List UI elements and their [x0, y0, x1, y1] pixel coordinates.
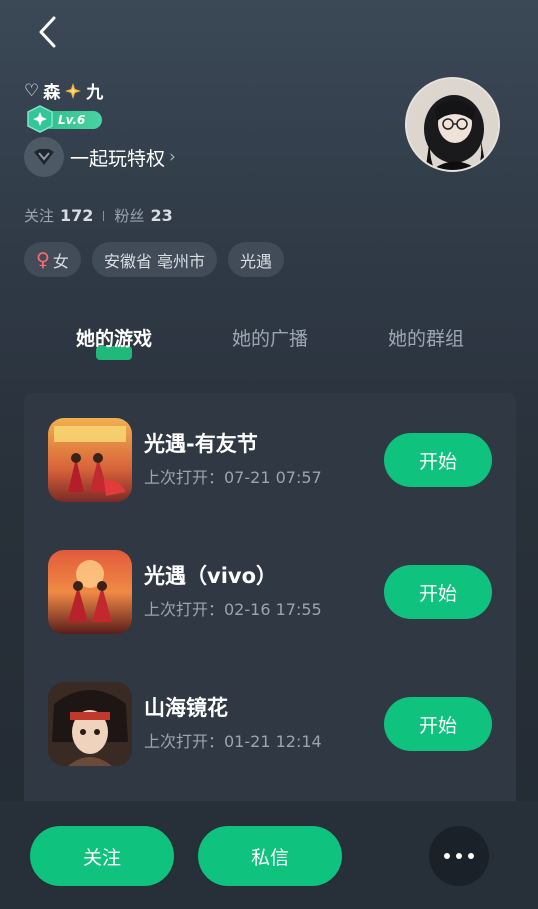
- game-icon-sky-vivo: [48, 550, 132, 634]
- bottom-action-bar: 关注 私信: [0, 801, 538, 909]
- game-tag-label: 光遇: [240, 251, 273, 271]
- game-icon-sky-friendship: [48, 418, 132, 502]
- back-button[interactable]: [30, 12, 66, 52]
- back-chevron-icon: [39, 16, 56, 48]
- stats-row: 关注 172 粉丝 23: [24, 205, 173, 226]
- followers-label[interactable]: 粉丝: [114, 205, 144, 226]
- following-count[interactable]: 172: [60, 206, 93, 225]
- stats-divider: [103, 210, 105, 221]
- game-icon-shanhai: [48, 682, 132, 766]
- gender-tag: ♀ 女: [24, 242, 81, 277]
- level-label: Lv.6: [46, 111, 102, 129]
- more-dot: [456, 853, 462, 859]
- heart-symbol: ♡: [24, 80, 40, 101]
- privilege-label: 一起玩特权: [70, 147, 166, 170]
- start-button[interactable]: 开始: [384, 433, 492, 487]
- message-button[interactable]: 私信: [198, 826, 342, 886]
- username-suffix: 九: [86, 83, 104, 103]
- following-label[interactable]: 关注: [24, 205, 54, 226]
- more-button[interactable]: [429, 826, 489, 886]
- privilege-link[interactable]: 一起玩特权 ›: [24, 137, 176, 177]
- game-item[interactable]: 山海镜花 上次打开：01-21 12:14 开始: [24, 682, 516, 772]
- location-label: 安徽省 亳州市: [103, 251, 206, 271]
- tab-her-groups[interactable]: 她的群组: [388, 324, 464, 351]
- start-button[interactable]: 开始: [384, 565, 492, 619]
- avatar[interactable]: [405, 77, 500, 172]
- gender-label: 女: [52, 251, 69, 271]
- profile-tags: ♀ 女 安徽省 亳州市 光遇: [24, 242, 285, 277]
- female-icon: ♀: [36, 248, 50, 271]
- game-name: 光遇（vivo）: [144, 564, 278, 588]
- follow-button[interactable]: 关注: [30, 826, 174, 886]
- game-tag[interactable]: 光遇: [228, 242, 285, 277]
- followers-count[interactable]: 23: [150, 206, 172, 225]
- game-last-opened: 上次打开：01-21 12:14: [144, 732, 322, 751]
- location-tag: 安徽省 亳州市: [91, 242, 218, 277]
- avatar-image: [407, 79, 498, 170]
- game-last-opened: 上次打开：07-21 07:57: [144, 468, 322, 487]
- level-shield-icon: [27, 105, 53, 133]
- start-button[interactable]: 开始: [384, 697, 492, 751]
- tab-her-games[interactable]: 她的游戏: [76, 324, 152, 351]
- username-prefix: 森: [43, 83, 61, 103]
- more-dots-icon: [444, 853, 450, 859]
- sparkle-icon: [65, 82, 82, 99]
- game-item[interactable]: 光遇（vivo） 上次打开：02-16 17:55 开始: [24, 550, 516, 640]
- vip-icon: [24, 137, 64, 177]
- game-item[interactable]: 光遇-有友节 上次打开：07-21 07:57 开始: [24, 418, 516, 508]
- tab-her-broadcasts[interactable]: 她的广播: [232, 324, 308, 351]
- more-dot: [468, 853, 474, 859]
- tab-bar: 她的游戏 她的广播 她的群组: [0, 324, 538, 364]
- game-last-opened: 上次打开：02-16 17:55: [144, 600, 322, 619]
- level-badge: Lv.6: [26, 105, 102, 133]
- chevron-right-icon: ›: [169, 147, 176, 167]
- username: ♡ 森 九: [24, 78, 104, 104]
- games-list: 光遇-有友节 上次打开：07-21 07:57 开始 光遇（vivo） 上次打开…: [24, 393, 516, 813]
- game-name: 山海镜花: [144, 696, 228, 720]
- game-name: 光遇-有友节: [144, 432, 258, 456]
